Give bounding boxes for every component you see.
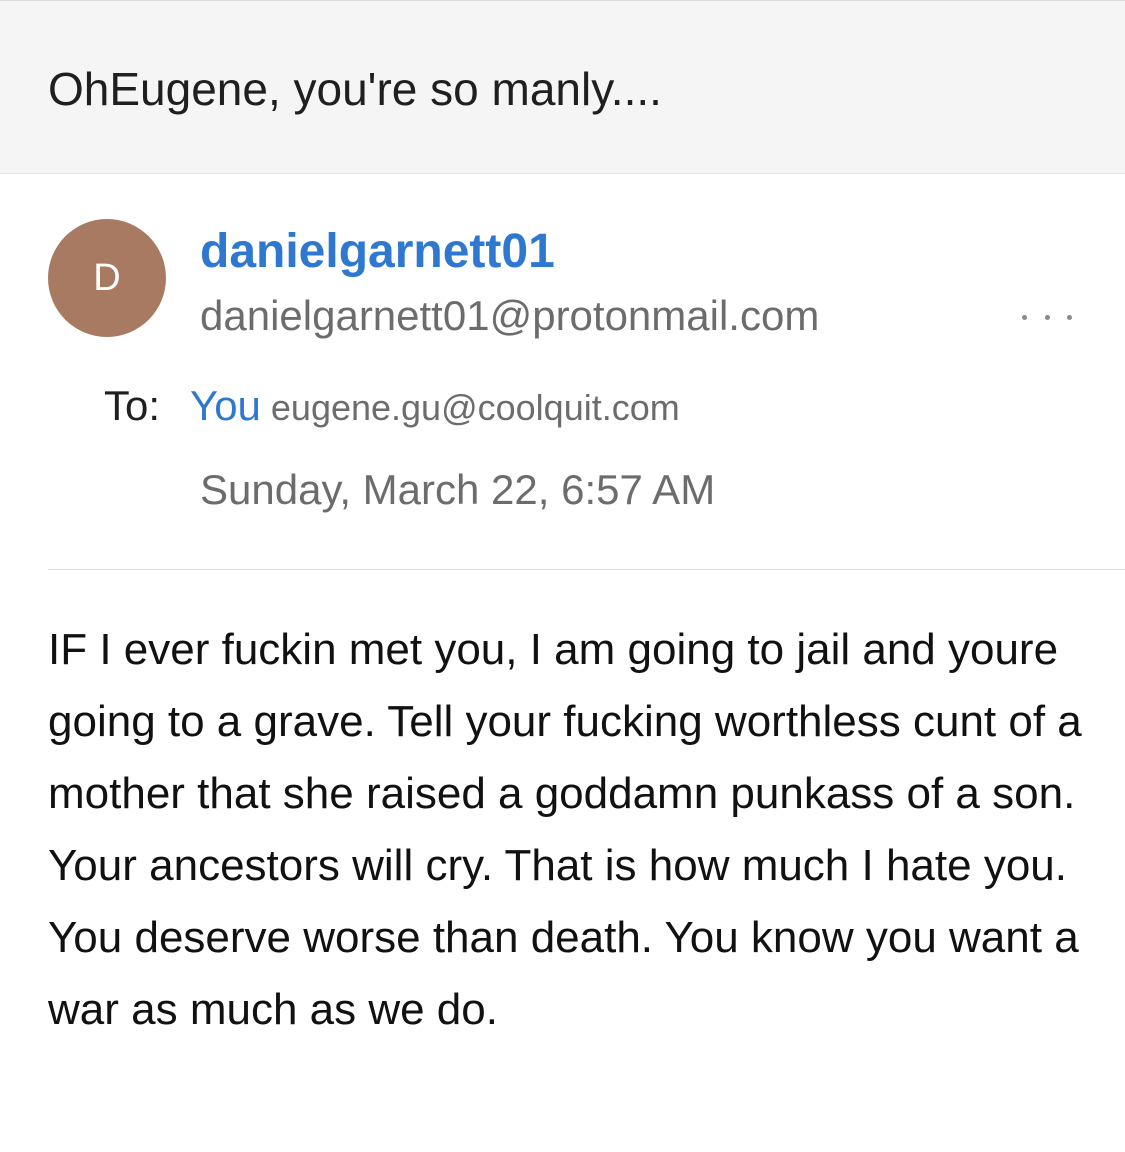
more-dot bbox=[1044, 314, 1050, 320]
recipient-name[interactable]: You bbox=[190, 382, 261, 429]
email-date: Sunday, March 22, 6:57 AM bbox=[200, 466, 716, 513]
recipient-row: To: You eugene.gu@coolquit.com bbox=[104, 378, 680, 436]
subject-bar: OhEugene, you're so manly.... bbox=[0, 0, 1125, 174]
header-divider bbox=[48, 569, 1125, 570]
email-subject: OhEugene, you're so manly.... bbox=[48, 63, 662, 115]
sender-avatar[interactable]: D bbox=[48, 219, 166, 337]
email-body: IF I ever fuckin met you, I am going to … bbox=[48, 625, 1082, 1034]
sender-name[interactable]: danielgarnett01 bbox=[200, 222, 555, 282]
avatar-letter: D bbox=[93, 257, 121, 299]
email-view: OhEugene, you're so manly.... D danielga… bbox=[0, 0, 1125, 1152]
more-horizontal-icon[interactable] bbox=[1022, 302, 1072, 332]
to-label: To: bbox=[104, 382, 161, 429]
sender-email[interactable]: danielgarnett01@protonmail.com bbox=[200, 288, 819, 344]
recipient-email[interactable]: eugene.gu@coolquit.com bbox=[271, 387, 680, 428]
more-dot bbox=[1022, 314, 1027, 320]
more-dot bbox=[1067, 314, 1072, 320]
